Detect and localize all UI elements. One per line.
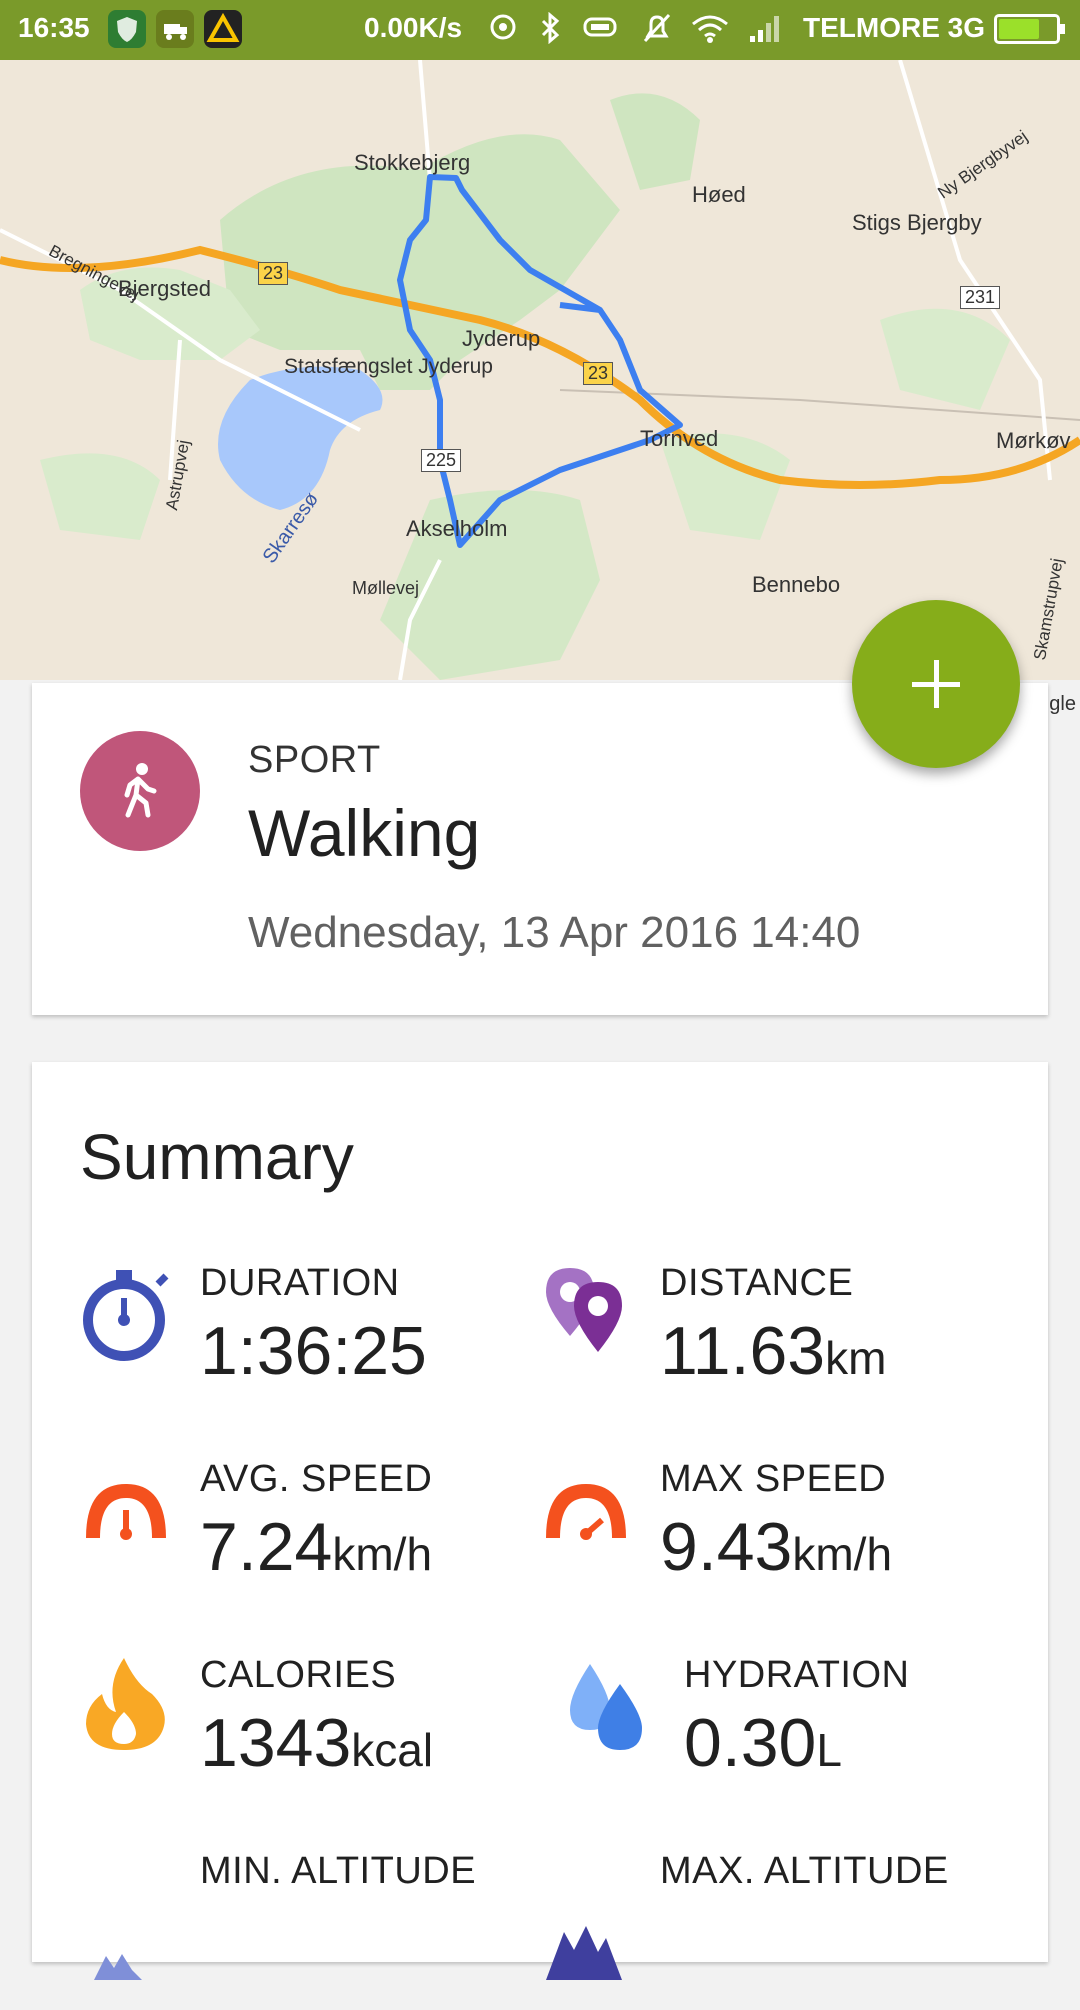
low-mountain-icon	[80, 1880, 180, 1980]
battery-icon	[994, 14, 1065, 44]
road-shield-23: 23	[583, 362, 614, 385]
road-shield-231: 231	[960, 286, 1001, 309]
summary-title: Summary	[80, 1121, 354, 1193]
road-shield-23: 23	[258, 262, 289, 285]
carrier-name: TELMORE 3G	[803, 12, 986, 43]
sport-label: SPORT	[248, 739, 381, 781]
flame-icon	[80, 1654, 180, 1754]
max-altitude-stat: MAX. ALTITUDE	[540, 1840, 1000, 2010]
map-label-bjergsted: Bjergsted	[118, 276, 211, 301]
hydration-stat: HYDRATION 0.30L	[540, 1644, 1000, 1814]
summary-card: Summary DURATION 1:36:25 DISTANCE 11.63k…	[32, 1062, 1048, 1980]
walking-icon	[80, 731, 200, 851]
forest-area	[610, 93, 700, 190]
distance-stat: DISTANCE 11.63km	[540, 1252, 1000, 1422]
add-fab-button[interactable]	[852, 600, 1020, 768]
hydration-value: 0.30L	[684, 1705, 842, 1781]
mountain-icon	[540, 1880, 640, 1980]
forest-area	[40, 453, 160, 540]
calories-stat: CALORIES 1343kcal	[80, 1644, 540, 1814]
map-label-bennebo: Bennebo	[752, 572, 841, 597]
map-label-jyderup: Jyderup	[462, 326, 541, 351]
warning-app-icon	[204, 10, 242, 48]
status-bar: 16:35 0.00K/s TELMORE 3G	[0, 0, 1080, 60]
distance-value: 11.63km	[660, 1313, 887, 1389]
forest-area	[880, 308, 1010, 410]
avg-speed-value: 7.24km/h	[200, 1509, 433, 1585]
google-logo: G	[10, 678, 30, 680]
map-label-stokkebjerg: Stokkebjerg	[354, 150, 471, 175]
min-altitude-label: MIN. ALTITUDE	[200, 1850, 477, 1892]
wifi-icon	[690, 12, 730, 51]
route-map[interactable]: 23 23 231 225 Stokkebjerg Høed Stigs Bje…	[0, 60, 1080, 680]
speedometer-icon	[80, 1458, 180, 1558]
bluetooth-icon	[538, 11, 562, 51]
max-speed-stat: MAX SPEED 9.43km/h	[540, 1448, 1000, 1618]
avg-speed-label: AVG. SPEED	[200, 1458, 433, 1500]
map-label-hoed: Høed	[692, 182, 746, 207]
duration-value: 1:36:25	[200, 1313, 427, 1389]
map-label-mollevej: Møllevej	[352, 578, 420, 598]
map-label-morkov: Mørkøv	[996, 428, 1071, 453]
map-label-tornved: Tornved	[640, 426, 719, 451]
max-altitude-label: MAX. ALTITUDE	[660, 1850, 949, 1892]
map-pins-icon	[540, 1262, 640, 1362]
map-label-statsfaengslet: Statsfængslet Jyderup	[284, 355, 493, 378]
max-speed-value: 9.43km/h	[660, 1509, 893, 1585]
vibrate-icon	[580, 12, 620, 49]
skarreso-lake	[218, 366, 383, 510]
map-canvas	[0, 60, 1080, 680]
calories-label: CALORIES	[200, 1654, 397, 1696]
duration-stat: DURATION 1:36:25	[80, 1252, 540, 1422]
mute-icon	[642, 12, 672, 51]
speedometer-icon	[540, 1458, 640, 1558]
max-speed-label: MAX SPEED	[660, 1458, 887, 1500]
road-shield-225: 225	[421, 449, 462, 472]
signal-icon	[748, 12, 782, 51]
status-time: 16:35	[18, 12, 90, 43]
water-drops-icon	[560, 1654, 660, 1754]
network-speed: 0.00K/s	[364, 12, 463, 43]
google-attribution: gle	[1049, 693, 1076, 715]
distance-label: DISTANCE	[660, 1262, 854, 1304]
truck-app-icon	[156, 10, 194, 48]
avg-speed-stat: AVG. SPEED 7.24km/h	[80, 1448, 540, 1618]
stopwatch-icon	[80, 1262, 180, 1362]
hotspot-icon	[488, 12, 518, 49]
calories-value: 1343kcal	[200, 1705, 434, 1781]
workout-date: Wednesday, 13 Apr 2016 14:40	[248, 908, 861, 957]
min-altitude-stat: MIN. ALTITUDE	[80, 1840, 540, 2010]
shield-app-icon	[108, 10, 146, 48]
hydration-label: HYDRATION	[684, 1654, 910, 1696]
sport-value: Walking	[248, 796, 481, 870]
map-label-akselholm: Akselholm	[406, 516, 508, 541]
duration-label: DURATION	[200, 1262, 400, 1304]
map-label-stigs-bjergby: Stigs Bjergby	[852, 210, 982, 235]
